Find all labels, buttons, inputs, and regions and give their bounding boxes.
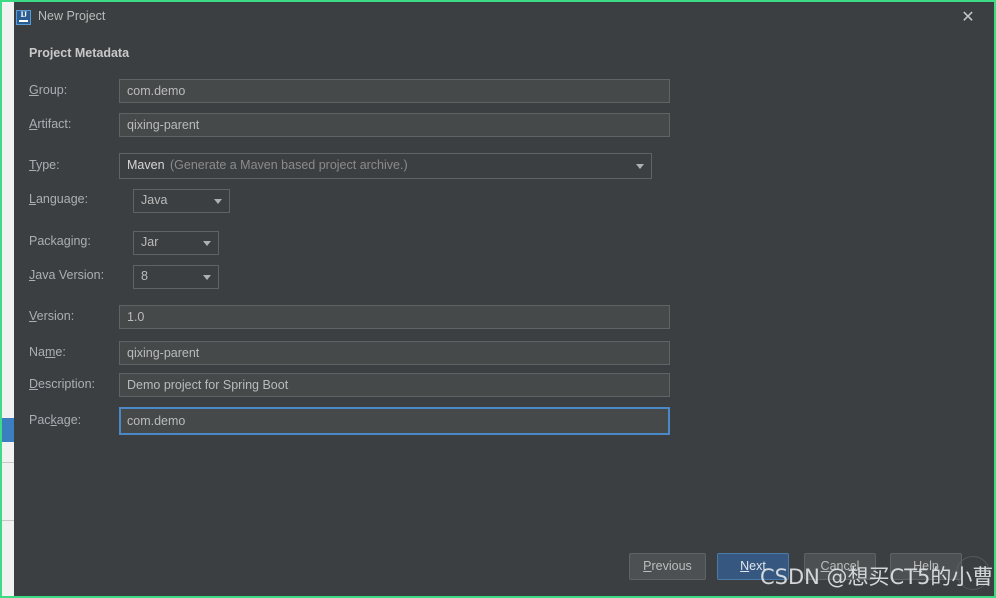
field-row-group: Group: [14,79,994,103]
field-row-description: Description: [14,373,994,397]
intellij-idea-icon-bar [19,20,28,22]
chevron-down-icon [203,241,211,246]
intellij-idea-icon-text: IJ [20,10,27,19]
label-version: Version: [29,309,75,323]
packaging-dropdown-value: Jar [141,235,159,249]
field-row-artifact: Artifact: [14,113,994,137]
close-icon[interactable]: ✕ [958,8,978,28]
type-dropdown[interactable]: Maven (Generate a Maven based project ar… [119,153,652,179]
ide-background-divider [2,462,14,463]
name-input[interactable] [119,341,670,365]
label-type: Type: [29,158,60,172]
label-artifact: Artifact: [29,117,72,131]
field-row-language: Language: Java [14,189,994,213]
packaging-dropdown[interactable]: Jar [133,231,219,255]
type-dropdown-value: Maven [127,158,165,172]
group-input[interactable] [119,79,670,103]
label-java-version: Java Version: [29,268,105,282]
version-input[interactable] [119,305,670,329]
chevron-down-icon [203,275,211,280]
dialog-title-bar: IJ New Project ✕ [14,2,994,33]
field-row-name: Name: [14,341,994,365]
field-row-package: Package: [14,407,994,435]
previous-button[interactable]: Previous [629,553,706,580]
ide-background-divider [2,520,14,521]
label-package: Package: [29,413,82,427]
type-dropdown-hint: (Generate a Maven based project archive.… [170,158,408,172]
chevron-down-icon [636,164,644,169]
label-description: Description: [29,377,96,391]
package-input[interactable] [119,407,670,435]
intellij-idea-icon: IJ [16,10,31,25]
ide-background-strip [2,2,14,596]
screen-root: IJ New Project ✕ Project Metadata Group:… [0,0,996,598]
label-language: Language: [29,192,89,206]
dialog-title: New Project [38,9,106,23]
label-packaging: Packaging: [29,234,91,248]
help-button[interactable]: Help [890,553,962,580]
field-row-version: Version: [14,305,994,329]
next-button[interactable]: Next [717,553,789,580]
label-name: Name: [29,345,66,359]
artifact-input[interactable] [119,113,670,137]
chevron-down-icon [214,199,222,204]
description-input[interactable] [119,373,670,397]
field-row-type: Type: Maven (Generate a Maven based proj… [14,153,994,179]
language-dropdown-value: Java [141,193,168,207]
cancel-button[interactable]: Cancel [804,553,876,580]
field-row-packaging: Packaging: Jar [14,231,994,255]
java-version-dropdown-value: 8 [141,269,148,283]
label-group: Group: [29,83,68,97]
new-project-dialog: IJ New Project ✕ Project Metadata Group:… [14,2,994,596]
page-title: Project Metadata [29,46,130,60]
ide-background-tab [2,418,14,442]
field-row-java-version: Java Version: 8 [14,265,994,289]
java-version-dropdown[interactable]: 8 [133,265,219,289]
language-dropdown[interactable]: Java [133,189,230,213]
